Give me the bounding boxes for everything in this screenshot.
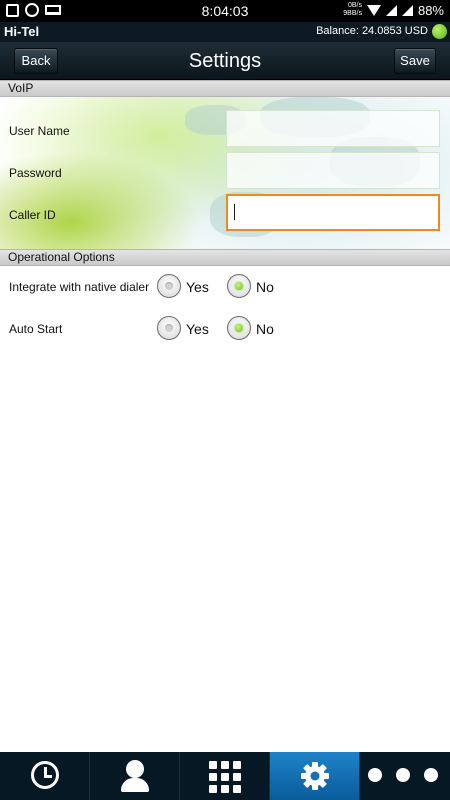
nav-more[interactable] — [360, 752, 450, 800]
radio-dot — [235, 282, 243, 290]
settings-icon — [301, 762, 329, 790]
net-up: 0B/s — [347, 2, 362, 9]
integrate-yes-label[interactable]: Yes — [186, 279, 209, 295]
options-section-header: Operational Options — [0, 249, 450, 266]
radio-dot — [165, 282, 173, 290]
wifi-icon — [366, 4, 381, 16]
signal-icon — [385, 4, 397, 16]
username-input[interactable] — [226, 110, 440, 147]
voip-section-header: VoIP — [0, 80, 450, 97]
app-info-bar: Hi-Tel Balance: 24.0853 USD — [0, 22, 450, 42]
online-status-icon — [432, 24, 447, 39]
status-indicators: 0B/s 9BB/s 88% — [343, 2, 444, 18]
password-input[interactable] — [226, 152, 440, 189]
radio-dot — [235, 324, 243, 332]
nav-contacts[interactable] — [90, 752, 180, 800]
callerid-label: Caller ID — [9, 208, 56, 222]
contacts-icon-body — [121, 778, 149, 792]
battery-percent: 88% — [417, 2, 444, 18]
page-title: Settings — [188, 50, 262, 72]
nav-history[interactable] — [0, 752, 90, 800]
app-name: Hi-Tel — [4, 24, 40, 39]
net-down: 9BB/s — [343, 10, 362, 17]
autostart-no-radio[interactable] — [227, 316, 251, 340]
username-label: User Name — [9, 124, 70, 138]
contacts-icon — [126, 760, 144, 778]
balance-text: Balance: 24.0853 USD — [316, 25, 428, 37]
system-status-bar: 8:04:03 0B/s 9BB/s 88% — [0, 0, 450, 22]
integrate-no-label[interactable]: No — [256, 279, 274, 295]
autostart-label: Auto Start — [9, 322, 63, 336]
network-rate: 0B/s 9BB/s — [343, 2, 362, 18]
nav-settings[interactable] — [270, 752, 360, 800]
autostart-yes-label[interactable]: Yes — [186, 321, 209, 337]
callerid-input[interactable] — [226, 194, 440, 231]
save-button[interactable]: Save — [394, 48, 436, 74]
integrate-label: Integrate with native dialer — [9, 280, 150, 294]
more-icon — [368, 768, 438, 782]
radio-dot — [165, 324, 173, 332]
autostart-no-label[interactable]: No — [256, 321, 274, 337]
autostart-yes-radio[interactable] — [157, 316, 181, 340]
integrate-yes-radio[interactable] — [157, 274, 181, 298]
text-caret — [234, 204, 235, 220]
signal-2-icon — [401, 4, 413, 16]
page-header: Back Settings Save — [0, 42, 450, 80]
integrate-no-radio[interactable] — [227, 274, 251, 298]
nav-dialpad[interactable] — [180, 752, 270, 800]
history-icon — [31, 761, 59, 789]
bottom-navigation — [0, 752, 450, 800]
dialpad-icon — [209, 761, 241, 793]
password-label: Password — [9, 166, 62, 180]
